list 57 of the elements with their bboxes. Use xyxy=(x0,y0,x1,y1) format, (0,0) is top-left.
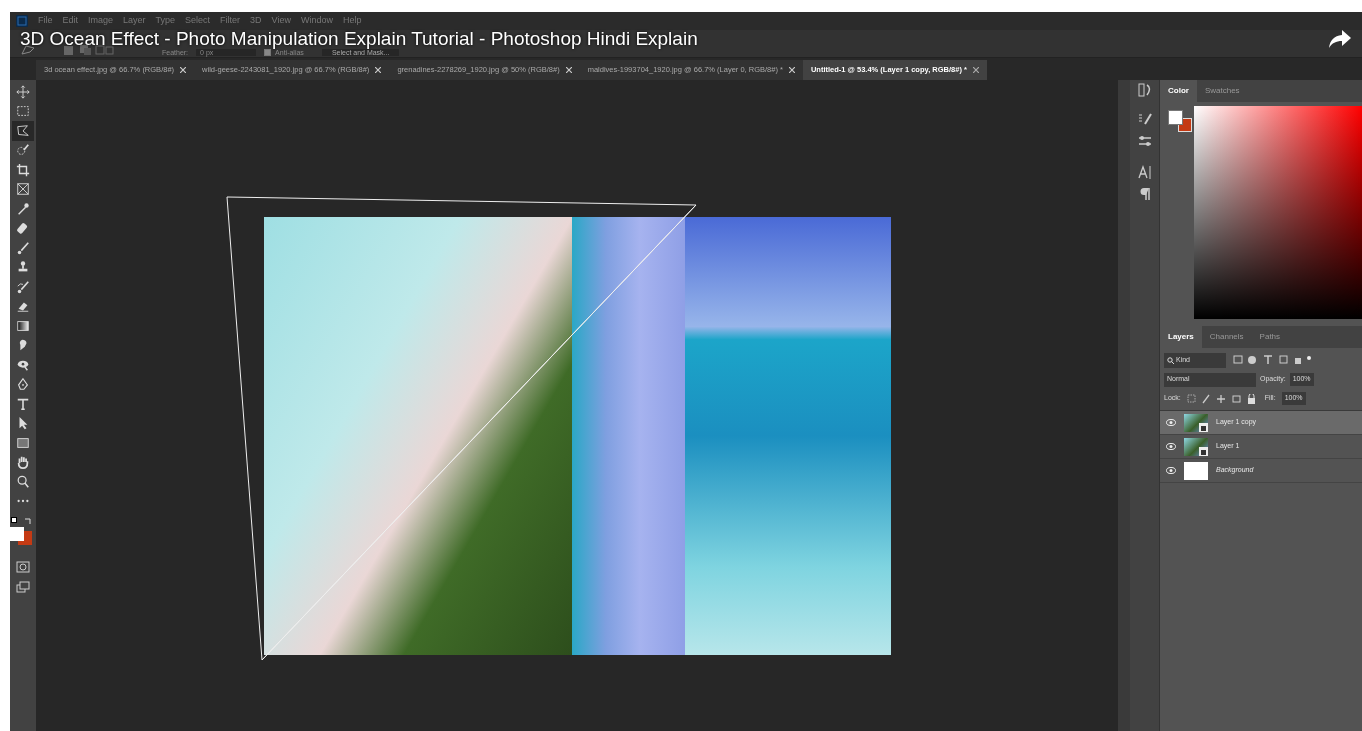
eyedropper-tool-icon xyxy=(16,201,30,216)
menu-item[interactable]: Help xyxy=(343,14,362,28)
visibility-eye-icon[interactable] xyxy=(1166,467,1176,474)
lasso-tool-icon xyxy=(16,123,30,138)
move-tool-icon xyxy=(16,84,30,99)
anti-alias-checkbox[interactable] xyxy=(264,49,272,56)
menu-item[interactable]: 3D xyxy=(250,14,262,28)
app-logo-icon xyxy=(16,15,28,27)
menu-item[interactable]: Layer xyxy=(123,14,146,28)
history-brush-tool-icon xyxy=(16,279,30,294)
close-icon[interactable] xyxy=(180,67,187,73)
menu-item[interactable]: File xyxy=(38,14,53,28)
marquee-tool-icon xyxy=(16,104,30,119)
visibility-eye-icon[interactable] xyxy=(1166,419,1176,426)
screen-mode-icon[interactable] xyxy=(16,581,30,593)
panel-tab[interactable]: Color xyxy=(1160,80,1197,102)
tool-button[interactable] xyxy=(12,121,34,141)
hand-tool-icon xyxy=(16,455,30,470)
perspective-transform-outline[interactable] xyxy=(225,195,699,663)
color-swatches-icon[interactable] xyxy=(1168,110,1192,132)
close-icon[interactable] xyxy=(565,67,572,73)
smart-object-icon xyxy=(1199,422,1208,432)
layer-thumbnail xyxy=(1184,461,1208,480)
lock-options-icons[interactable] xyxy=(1186,393,1257,404)
default-colors-icon[interactable] xyxy=(11,517,17,523)
type-tool-icon xyxy=(16,396,30,411)
color-swatches-icon[interactable] xyxy=(10,527,32,545)
menu-item[interactable]: View xyxy=(271,14,291,28)
history-panel-icon[interactable] xyxy=(1136,82,1153,98)
color-picker-field[interactable] xyxy=(1194,106,1362,319)
search-icon xyxy=(1167,356,1174,364)
visibility-eye-icon[interactable] xyxy=(1166,443,1176,450)
menu-item[interactable]: Edit xyxy=(62,14,79,28)
crop-tool-icon xyxy=(16,162,30,177)
close-icon[interactable] xyxy=(788,67,795,73)
menu-item[interactable]: Filter xyxy=(220,14,241,28)
layer-filter-icons[interactable] xyxy=(1233,355,1311,365)
menu-item[interactable]: Image xyxy=(88,14,114,28)
quick-select-tool-icon xyxy=(16,143,30,158)
rectangle-tool-icon xyxy=(16,435,30,450)
zoom-tool-icon xyxy=(16,474,30,489)
panel-tab[interactable]: Layers xyxy=(1160,326,1202,348)
frame-tool-icon xyxy=(16,182,30,197)
character-panel-icon[interactable] xyxy=(1136,164,1153,180)
menu-item[interactable]: Type xyxy=(155,14,176,28)
close-icon[interactable] xyxy=(972,67,979,73)
menu-item[interactable]: Select xyxy=(185,14,211,28)
brush-tool-icon xyxy=(16,240,30,255)
share-icon[interactable] xyxy=(1328,28,1352,50)
swap-arrows-icon[interactable] xyxy=(24,517,32,525)
menu-item[interactable]: Window xyxy=(300,14,333,28)
close-icon[interactable] xyxy=(375,67,382,73)
quick-mask-icon[interactable] xyxy=(16,561,30,573)
pen-tool-icon xyxy=(16,377,30,392)
smart-object-icon xyxy=(1199,446,1208,456)
gradient-tool-icon xyxy=(16,318,30,333)
adjustments-icon[interactable] xyxy=(1136,134,1153,148)
